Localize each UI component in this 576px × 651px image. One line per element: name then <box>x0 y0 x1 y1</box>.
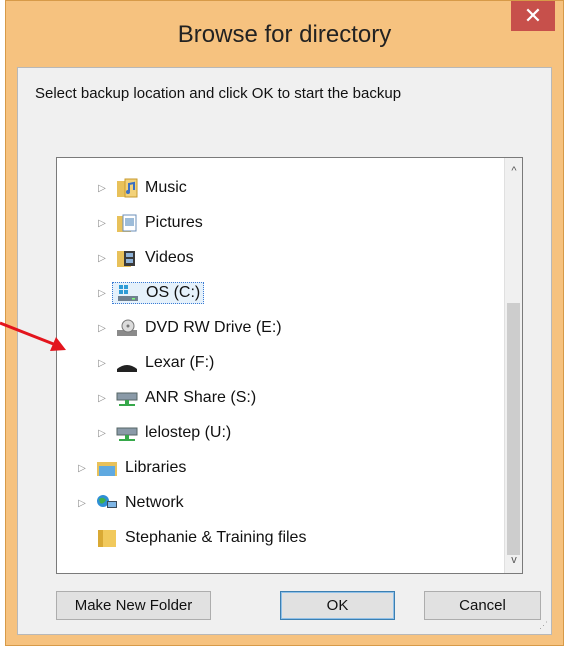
tree-item-label: DVD RW Drive (E:) <box>145 319 282 336</box>
resize-grip-icon[interactable]: ⋰ <box>539 620 548 631</box>
tree-item-pictures[interactable]: ▷ Pictures <box>95 210 203 236</box>
tree-item-lelostep[interactable]: ▷ lelostep (U:) <box>95 420 231 446</box>
tree-item-dvd-drive[interactable]: ▷ DVD RW Drive (E:) <box>95 315 282 341</box>
tree-item-lexar-drive[interactable]: ▷ Lexar (F:) <box>95 350 214 376</box>
instruction-text: Select backup location and click OK to s… <box>35 85 402 102</box>
music-folder-icon <box>115 178 139 198</box>
close-button[interactable]: ✕ <box>511 1 555 31</box>
expand-arrow-icon[interactable]: ▷ <box>95 253 109 264</box>
expand-arrow-icon[interactable]: ▷ <box>75 463 89 474</box>
os-drive-icon <box>116 283 140 303</box>
tree-item-label: Stephanie & Training files <box>125 529 307 546</box>
network-drive-icon <box>115 423 139 443</box>
tree-item-label: Pictures <box>145 214 203 231</box>
usb-drive-icon <box>115 353 139 373</box>
cancel-button[interactable]: Cancel <box>424 591 541 620</box>
tree-item-label: Videos <box>145 249 194 266</box>
make-new-folder-button[interactable]: Make New Folder <box>56 591 211 620</box>
dialog-title: Browse for directory <box>177 21 392 48</box>
title-bar[interactable]: Browse for directory ✕ <box>6 1 563 67</box>
pictures-folder-icon <box>115 213 139 233</box>
expand-arrow-icon[interactable]: ▷ <box>95 393 109 404</box>
chevron-down-icon: v <box>511 554 517 566</box>
expand-arrow-icon[interactable]: ▷ <box>95 183 109 194</box>
libraries-icon <box>95 458 119 478</box>
videos-folder-icon <box>115 248 139 268</box>
tree-item-label: Libraries <box>125 459 187 476</box>
close-icon: ✕ <box>523 3 543 28</box>
dvd-drive-icon <box>115 318 139 338</box>
expand-arrow-icon[interactable]: ▷ <box>95 358 109 369</box>
tree-item-label: Music <box>145 179 187 196</box>
tree-item-training-folder[interactable]: Stephanie & Training files <box>75 525 306 551</box>
expand-arrow-icon[interactable]: ▷ <box>95 288 109 299</box>
expand-arrow-icon[interactable]: ▷ <box>95 323 109 334</box>
vertical-scrollbar[interactable]: ^ v <box>504 158 522 573</box>
chevron-up-icon: ^ <box>511 165 517 177</box>
dialog-body: Select backup location and click OK to s… <box>17 67 552 635</box>
tree-item-label: OS (C:) <box>146 284 201 301</box>
tree-item-os-drive[interactable]: ▷ OS (C:) <box>95 280 205 306</box>
expand-arrow-icon[interactable]: ▷ <box>95 428 109 439</box>
selection-highlight[interactable]: OS (C:) <box>112 282 205 304</box>
tree-item-anr-share[interactable]: ▷ ANR Share (S:) <box>95 385 256 411</box>
tree-item-music[interactable]: ▷ Music <box>95 175 187 201</box>
tree-item-videos[interactable]: ▷ Videos <box>95 245 194 271</box>
expand-arrow-icon[interactable]: ▷ <box>75 498 89 509</box>
tree-item-label: lelostep (U:) <box>145 424 232 441</box>
tree-item-label: Lexar (F:) <box>145 354 215 371</box>
tree-item-libraries[interactable]: ▷ Libraries <box>75 455 186 481</box>
expand-arrow-icon[interactable]: ▷ <box>95 218 109 229</box>
tree-item-label: ANR Share (S:) <box>145 389 257 406</box>
tree-item-network[interactable]: ▷ Network <box>75 490 184 516</box>
scroll-thumb[interactable] <box>507 303 520 555</box>
annotation-arrow-icon <box>0 321 66 351</box>
scroll-up-button[interactable]: ^ <box>505 162 522 180</box>
network-drive-icon <box>115 388 139 408</box>
folder-icon <box>95 528 119 548</box>
network-icon <box>95 493 119 513</box>
tree-item-label: Network <box>125 494 184 511</box>
folder-tree[interactable]: ▷ Music ▷ Pictures ▷ Videos ▷ OS (C:) ▷ … <box>56 157 523 574</box>
scroll-down-button[interactable]: v <box>505 551 522 569</box>
browse-dialog: Browse for directory ✕ Select backup loc… <box>5 0 564 646</box>
ok-button[interactable]: OK <box>280 591 395 620</box>
